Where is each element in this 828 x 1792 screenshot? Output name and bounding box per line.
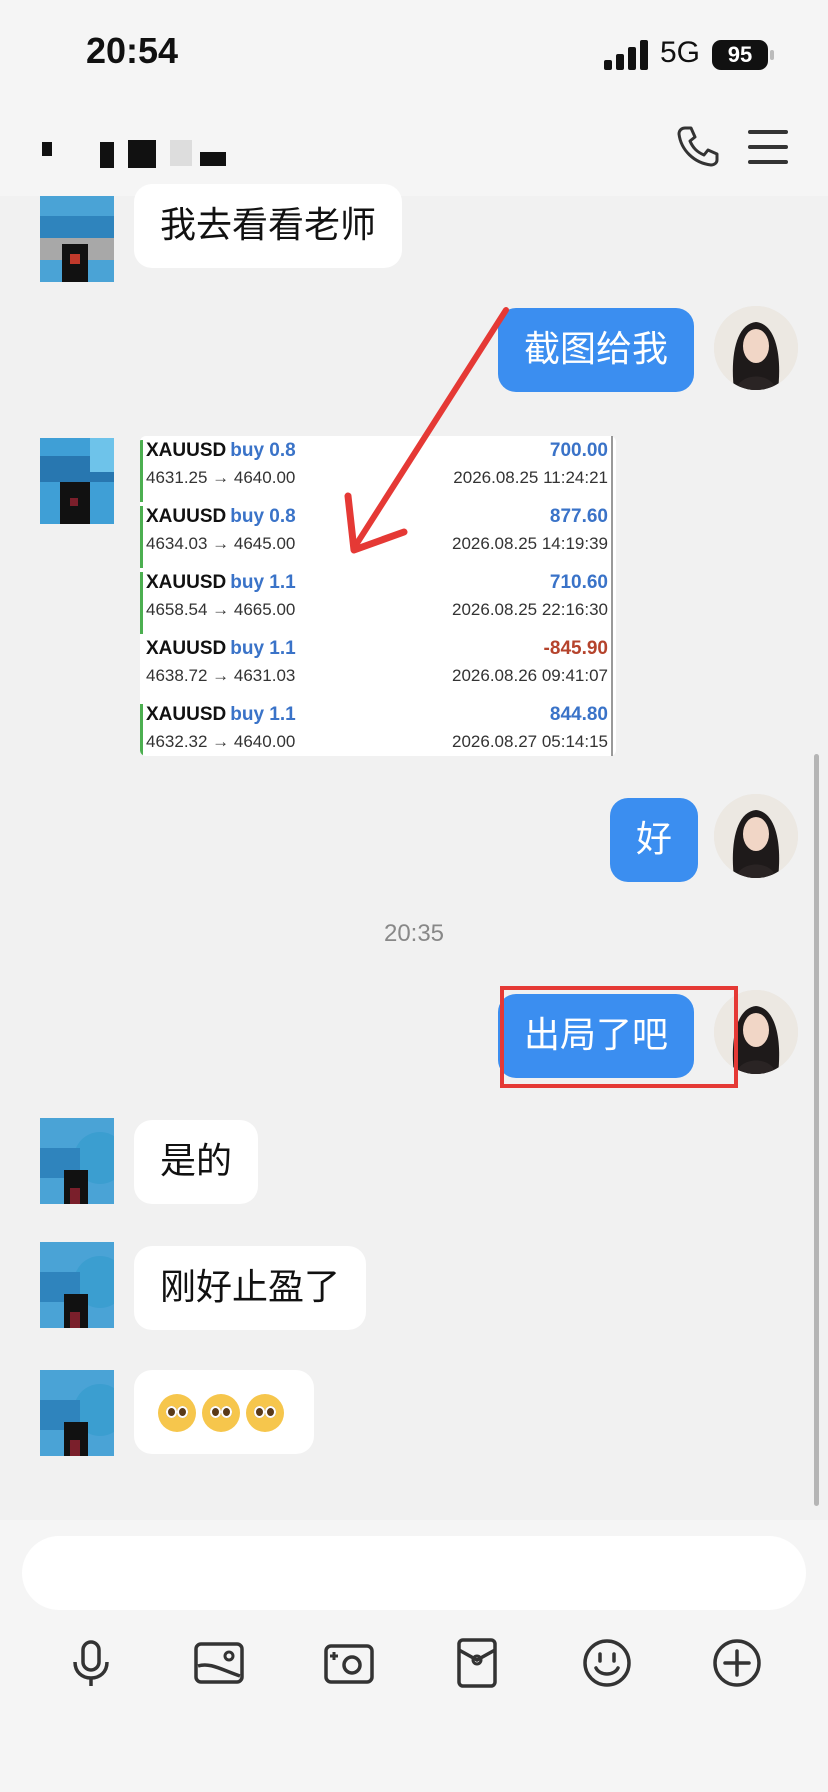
trade-profit: 844.80: [549, 704, 608, 725]
trade-profit: -845.90: [543, 638, 608, 659]
trade-side: buy 1.1: [230, 704, 296, 725]
contact-avatar[interactable]: [40, 1370, 114, 1456]
message-bubble-outgoing[interactable]: 好: [610, 798, 699, 882]
trade-profit: 700.00: [549, 440, 608, 461]
trade-symbol: XAUUSD buy 1.1: [146, 638, 296, 659]
contact-avatar[interactable]: [40, 1118, 114, 1204]
signal-icon: [604, 40, 648, 70]
image-icon[interactable]: [192, 1636, 246, 1690]
contact-avatar[interactable]: [40, 196, 114, 282]
trade-profit: 710.60: [549, 572, 608, 593]
trade-symbol: XAUUSD buy 0.8: [146, 440, 296, 461]
trade-time: 2026.08.25 22:16:30: [452, 600, 608, 619]
trade-row-marker: [140, 704, 143, 756]
trade-prices: 4631.25 → 4640.00: [146, 468, 296, 487]
message-timestamp: 20:35: [383, 920, 445, 947]
network-type: 5G: [660, 36, 701, 69]
contact-name-redacted[interactable]: [40, 138, 230, 172]
trade-time: 2026.08.26 09:41:07: [452, 666, 608, 685]
battery-tip: [770, 50, 774, 60]
pleading-face-emoji: [158, 1394, 196, 1432]
trade-row: XAUUSD buy 1.1 4658.54 → 4665.00 710.60 2…: [140, 568, 616, 634]
trade-prices: 4632.32 → 4640.00: [146, 732, 296, 751]
trade-symbol: XAUUSD buy 1.1: [146, 704, 296, 725]
trade-symbol: XAUUSD buy 0.8: [146, 506, 296, 527]
phone-icon[interactable]: [676, 124, 720, 168]
trade-time: 2026.08.27 05:14:15: [452, 732, 608, 751]
trade-row-marker: [140, 572, 143, 634]
emoji-icon[interactable]: [580, 1636, 634, 1690]
pleading-face-emoji: [246, 1394, 284, 1432]
trade-side: buy 1.1: [230, 638, 296, 659]
camera-icon[interactable]: [322, 1636, 376, 1690]
trade-side: buy 1.1: [230, 572, 296, 593]
annotation-highlight-box: [500, 986, 738, 1088]
trade-prices: 4638.72 → 4631.03: [146, 666, 296, 685]
mic-icon[interactable]: [64, 1636, 118, 1690]
menu-icon[interactable]: [748, 128, 792, 166]
trade-prices: 4634.03 → 4645.00: [146, 534, 296, 553]
plus-icon[interactable]: [710, 1636, 764, 1690]
trade-profit: 877.60: [549, 506, 608, 527]
annotation-arrow: [344, 307, 509, 554]
trade-row-marker: [140, 506, 143, 568]
pleading-face-emoji: [202, 1394, 240, 1432]
trade-row: XAUUSD buy 1.1 4638.72 → 4631.03 -845.90 …: [140, 634, 616, 700]
user-avatar[interactable]: [714, 306, 798, 390]
image-edge-line: [611, 436, 613, 756]
red-packet-icon[interactable]: [450, 1636, 504, 1690]
contact-avatar[interactable]: [40, 438, 114, 524]
message-bubble-incoming[interactable]: 是的: [134, 1120, 259, 1204]
emoji-message-bubble[interactable]: [134, 1370, 314, 1454]
contact-avatar[interactable]: [40, 1242, 114, 1328]
trade-prices: 4658.54 → 4665.00: [146, 600, 296, 619]
chat-scrollbar[interactable]: [814, 754, 819, 1506]
status-time: 20:54: [86, 30, 179, 71]
trade-row-marker: [140, 440, 143, 502]
user-avatar[interactable]: [714, 794, 798, 878]
trade-side: buy 0.8: [230, 506, 296, 527]
message-bubble-incoming[interactable]: 我去看看老师: [134, 184, 403, 268]
trade-row: XAUUSD buy 1.1 4632.32 → 4640.00 844.80 2…: [140, 700, 616, 756]
message-input[interactable]: [22, 1536, 806, 1610]
message-bubble-incoming[interactable]: 刚好止盈了: [134, 1246, 367, 1330]
trade-symbol: XAUUSD buy 1.1: [146, 572, 296, 593]
trade-side: buy 0.8: [230, 440, 296, 461]
battery-indicator: 95: [712, 40, 768, 70]
